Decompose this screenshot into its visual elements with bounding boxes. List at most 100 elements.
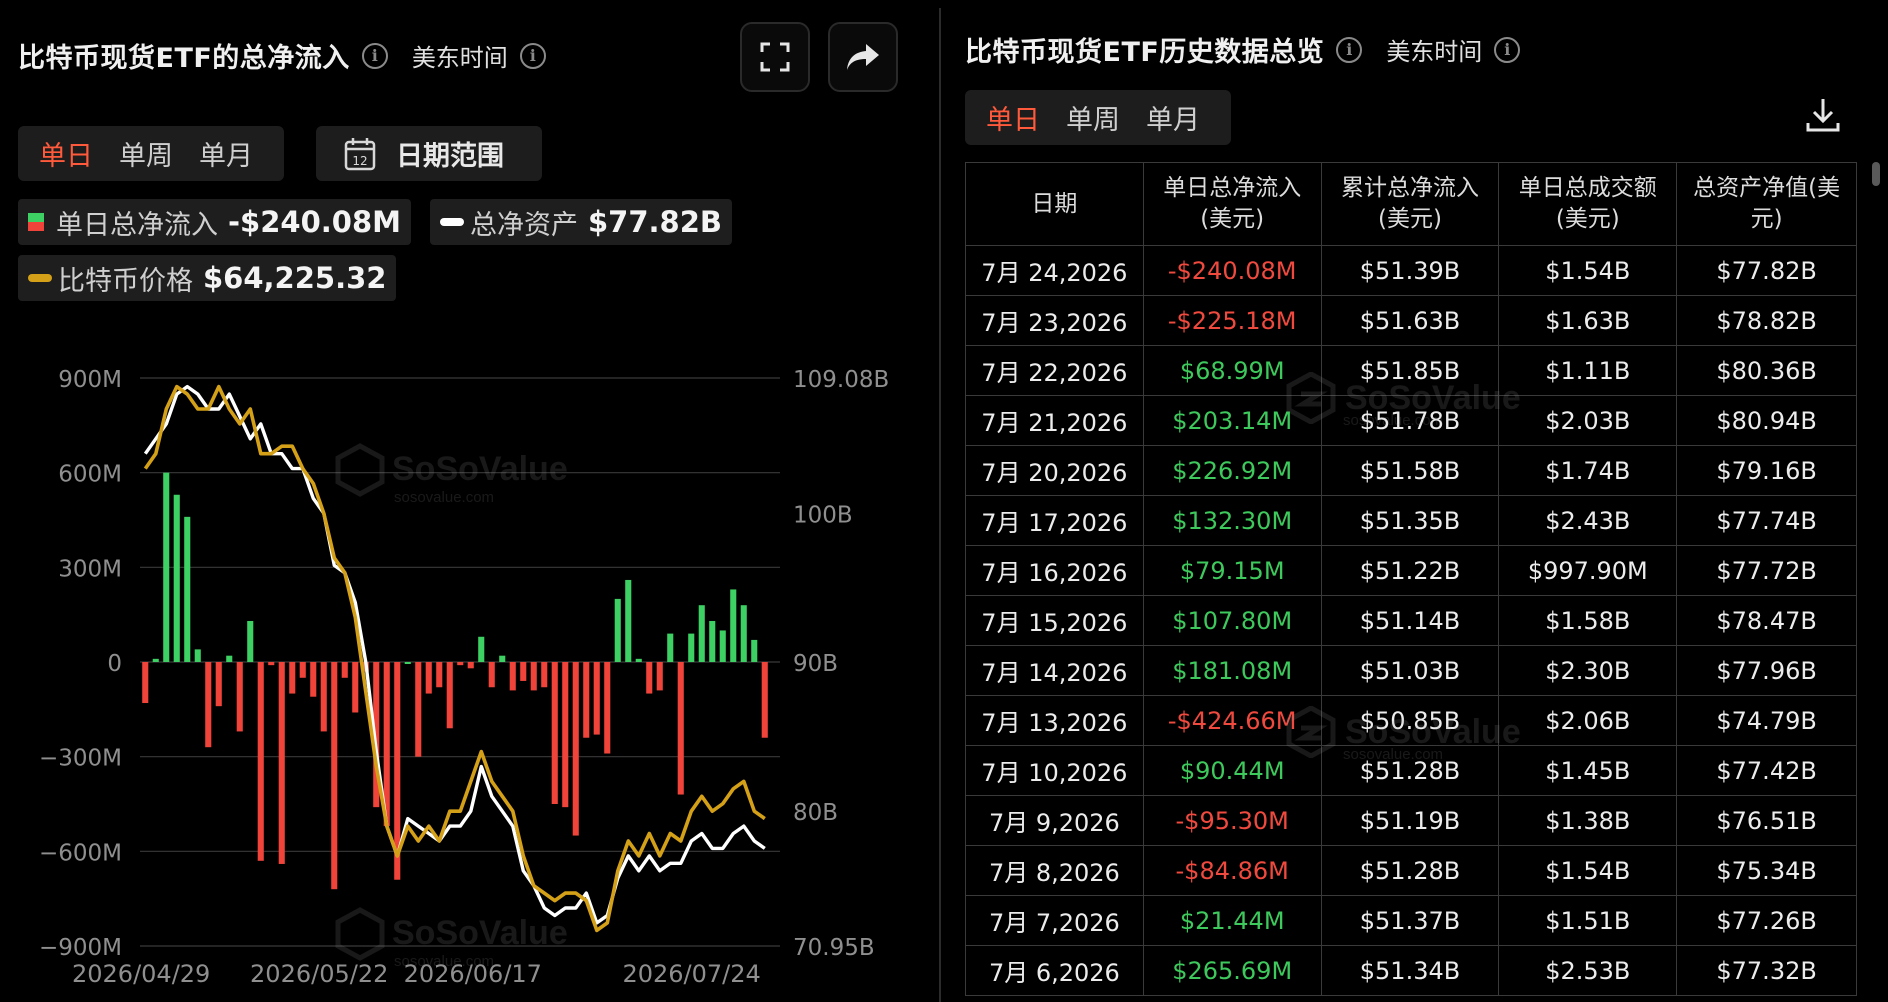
inflow-bar	[236, 662, 243, 732]
table-row[interactable]: 7月 17,2026 $132.30M $51.35B $2.43B $77.74B	[965, 495, 1857, 546]
share-button[interactable]	[828, 22, 898, 92]
inflow-bar	[751, 639, 758, 662]
tab-daily[interactable]: 单日	[26, 134, 106, 173]
date-cell: 7月 10,2026	[965, 745, 1144, 796]
inflow-bar	[478, 636, 485, 662]
table-row[interactable]: 7月 7,2026 $21.44M $51.37B $1.51B $77.26B	[965, 895, 1857, 946]
table-row[interactable]: 7月 20,2026 $226.92M $51.58B $1.74B $79.16B	[965, 445, 1857, 496]
net-assets-cell: $78.47B	[1676, 595, 1857, 646]
legend-net-inflow-name: 单日总净流入	[56, 209, 218, 241]
daily-volume-cell: $1.11B	[1498, 345, 1678, 396]
history-table: 日期 单日总净流入 (美元) 累计总净流入 (美元) 单日总成交额 (美元) 总资产净值(美元…	[965, 162, 1857, 996]
table-scrollbar[interactable]	[1872, 162, 1880, 186]
inflow-bar	[215, 662, 222, 707]
info-icon[interactable]: i	[361, 42, 388, 69]
inflow-bar	[509, 662, 516, 691]
legend-net-assets: 总净资产 $77.82B	[430, 199, 733, 245]
date-cell: 7月 9,2026	[965, 795, 1144, 846]
table-row[interactable]: 7月 22,2026 $68.99M $51.85B $1.11B $80.36B	[965, 345, 1857, 396]
cumulative-net-inflow-cell: $51.19B	[1320, 795, 1500, 846]
date-cell: 7月 21,2026	[965, 395, 1144, 446]
cumulative-net-inflow-cell: $51.39B	[1320, 245, 1500, 296]
cumulative-net-inflow-cell: $51.35B	[1320, 495, 1500, 546]
daily-volume-cell: $2.30B	[1498, 645, 1678, 696]
inflow-bar	[299, 662, 306, 678]
inflow-bar	[289, 662, 296, 694]
column-header-line: 日期	[1031, 190, 1078, 217]
date-range-button[interactable]: 12 日期范围	[316, 126, 542, 181]
date-cell: 7月 24,2026	[965, 245, 1144, 296]
history-tab-daily[interactable]: 单日	[973, 98, 1053, 137]
table-row[interactable]: 7月 21,2026 $203.14M $51.78B $2.03B $80.94B	[965, 395, 1857, 446]
net-assets-cell: $80.36B	[1676, 345, 1857, 396]
table-row[interactable]: 7月 24,2026 -$240.08M $51.39B $1.54B $77.82B	[965, 245, 1857, 296]
inflow-bar	[446, 662, 453, 729]
cumulative-net-inflow-cell: $51.34B	[1320, 945, 1500, 996]
table-row[interactable]: 7月 14,2026 $181.08M $51.03B $2.30B $77.96B	[965, 645, 1857, 696]
table-row[interactable]: 7月 6,2026 $265.69M $51.34B $2.53B $77.32B	[965, 945, 1857, 996]
inflow-bar	[152, 658, 159, 662]
panel-title: 比特币现货ETF的总净流入	[18, 43, 350, 74]
svg-text:sosovalue.com: sosovalue.com	[394, 953, 494, 970]
table-row[interactable]: 7月 15,2026 $107.80M $51.14B $1.58B $78.47B	[965, 595, 1857, 646]
net-assets-cell: $77.96B	[1676, 645, 1857, 696]
etf-flow-chart[interactable]: 900M 600M 300M 0 −300M −600M −900M 109.08B 100B 9…	[0, 350, 930, 1002]
date-cell: 7月 23,2026	[965, 295, 1144, 346]
table-row[interactable]: 7月 10,2026 $90.44M $51.28B $1.45B $77.42B	[965, 745, 1857, 796]
history-tab-monthly[interactable]: 单月	[1133, 98, 1213, 137]
table-row[interactable]: 7月 9,2026 -$95.30M $51.19B $1.38B $76.51B	[965, 795, 1857, 846]
column-header: 单日总净流入 (美元)	[1142, 162, 1322, 246]
download-button[interactable]	[1804, 96, 1842, 138]
inflow-bar	[520, 662, 527, 681]
tab-weekly[interactable]: 单周	[106, 134, 186, 173]
history-timezone-label: 美东时间	[1386, 38, 1483, 66]
legend-net-assets-name: 总净资产	[470, 209, 578, 241]
inflow-bar	[551, 662, 558, 804]
info-icon[interactable]: i	[519, 42, 546, 69]
inflow-bar	[740, 605, 747, 662]
cumulative-net-inflow-cell: $51.22B	[1320, 545, 1500, 596]
inflow-bar	[677, 662, 684, 795]
calendar-icon: 12	[344, 137, 376, 170]
y-left-tick-label: 300M	[58, 556, 122, 582]
daily-net-inflow-cell: $265.69M	[1142, 945, 1322, 996]
tab-monthly[interactable]: 单月	[186, 134, 266, 173]
inflow-bar	[719, 630, 726, 662]
inflow-bar	[331, 662, 338, 890]
cumulative-net-inflow-cell: $51.63B	[1320, 295, 1500, 346]
history-tab-weekly[interactable]: 单周	[1053, 98, 1133, 137]
inflow-bar	[142, 662, 149, 704]
inflow-bar	[635, 658, 642, 662]
daily-net-inflow-cell: $107.80M	[1142, 595, 1322, 646]
fullscreen-button[interactable]	[740, 22, 810, 92]
inflow-bar	[572, 662, 579, 836]
info-icon[interactable]: i	[1336, 36, 1363, 63]
inflow-bar	[467, 662, 474, 669]
daily-net-inflow-cell: $226.92M	[1142, 445, 1322, 496]
inflow-bar	[667, 633, 674, 662]
cumulative-net-inflow-cell: $51.28B	[1320, 845, 1500, 896]
column-header-line: (美元)	[1200, 206, 1265, 232]
y-left-tick-label: −300M	[39, 746, 122, 772]
cumulative-net-inflow-cell: $51.14B	[1320, 595, 1500, 646]
table-row[interactable]: 7月 16,2026 $79.15M $51.22B $997.90M $77.72B	[965, 545, 1857, 596]
y-right-tick-label: 70.95B	[793, 935, 875, 961]
inflow-bar	[656, 662, 663, 691]
inflow-bar	[709, 620, 716, 662]
table-row[interactable]: 7月 13,2026 -$424.66M $50.85B $2.06B $74.79B	[965, 695, 1857, 746]
legend-net-inflow: 单日总净流入 -$240.08M	[18, 199, 411, 245]
table-row[interactable]: 7月 23,2026 -$225.18M $51.63B $1.63B $78.82B	[965, 295, 1857, 346]
date-cell: 7月 8,2026	[965, 845, 1144, 896]
info-icon[interactable]: i	[1494, 36, 1521, 63]
inflow-bar	[646, 662, 653, 694]
inflow-bar	[415, 662, 422, 757]
cumulative-net-inflow-cell: $51.37B	[1320, 895, 1500, 946]
table-header-row: 日期 单日总净流入 (美元) 累计总净流入 (美元) 单日总成交额 (美元) 总资产净值(美元…	[965, 162, 1857, 246]
inflow-bar	[404, 662, 411, 664]
etf-net-inflow-panel: 比特币现货ETF的总净流入 i 美东时间 i 单日 单周 单月 12 日期范围	[0, 0, 930, 1002]
legend-btc-price-name: 比特币价格	[58, 265, 193, 297]
inflow-bar	[257, 662, 264, 861]
table-row[interactable]: 7月 8,2026 -$84.86M $51.28B $1.54B $75.34B	[965, 845, 1857, 896]
y-right-tick-label: 100B	[793, 502, 853, 528]
inflow-bar	[320, 662, 327, 732]
